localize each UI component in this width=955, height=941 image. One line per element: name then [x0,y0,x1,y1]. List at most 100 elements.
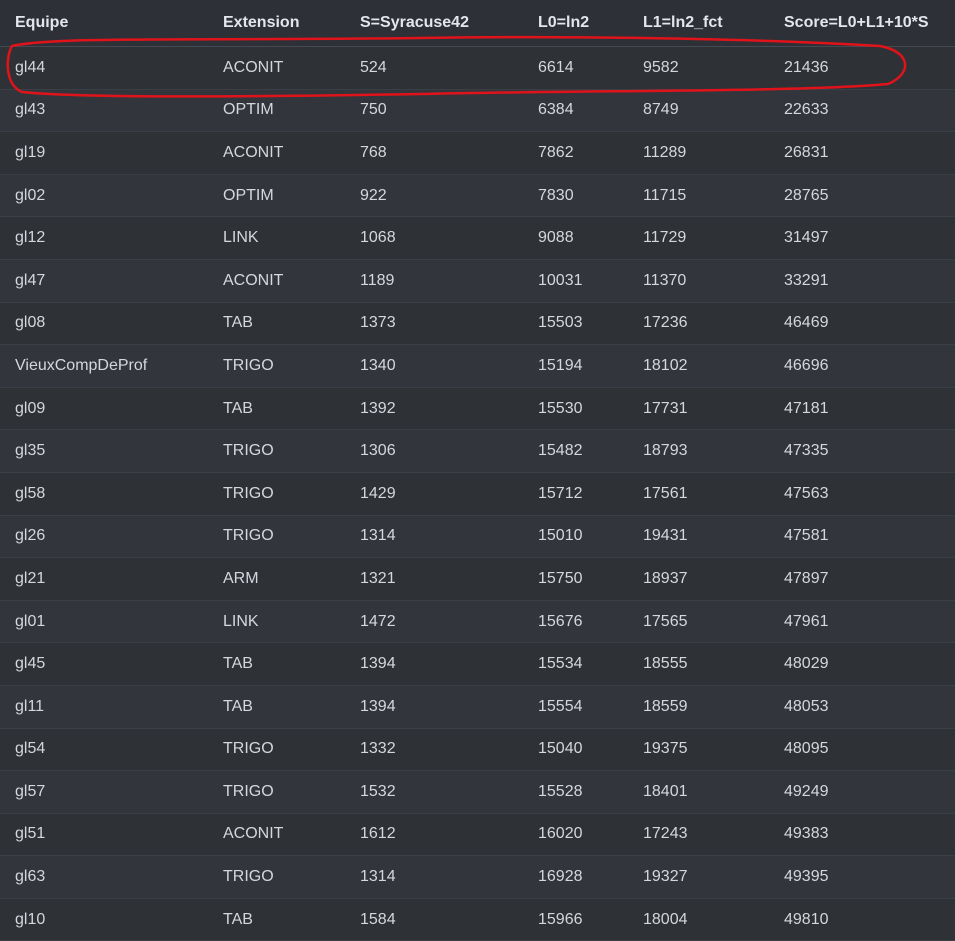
table-row[interactable]: gl19 ACONIT 768 7862 11289 26831 [0,132,955,175]
cell-syracuse: 1340 [360,356,396,374]
cell-l1: 18004 [643,910,688,928]
cell-l1: 18555 [643,655,688,673]
cell-score: 31497 [784,229,829,247]
table-row[interactable]: gl47 ACONIT 1189 10031 11370 33291 [0,259,955,303]
cell-syracuse: 1189 [360,271,395,289]
cell-l0: 7862 [538,143,574,161]
cell-syracuse: 1532 [360,782,396,800]
cell-l0: 15966 [538,910,583,928]
cell-l1: 17731 [643,399,688,417]
table-row[interactable]: gl43 OPTIM 750 6384 8749 22633 [0,89,955,133]
cell-syracuse: 1584 [360,910,396,928]
cell-extension: TRIGO [223,356,274,374]
table-row[interactable]: gl54 TRIGO 1332 15040 19375 48095 [0,728,955,772]
cell-equipe: gl43 [15,101,46,119]
table-row[interactable]: gl26 TRIGO 1314 15010 19431 47581 [0,515,955,559]
cell-l1: 11289 [643,143,687,161]
cell-extension: TRIGO [223,442,274,460]
cell-l1: 17236 [643,314,688,332]
cell-score: 47181 [784,399,829,417]
cell-score: 47961 [784,612,829,630]
cell-l0: 15530 [538,399,583,417]
table-row[interactable]: gl01 LINK 1472 15676 17565 47961 [0,600,955,644]
cell-score: 22633 [784,101,829,119]
cell-syracuse: 1392 [360,399,396,417]
cell-score: 46696 [784,356,829,374]
cell-l0: 15534 [538,655,583,673]
cell-equipe: gl11 [15,697,45,715]
table-row[interactable]: gl35 TRIGO 1306 15482 18793 47335 [0,430,955,473]
cell-equipe: gl09 [15,399,46,417]
cell-extension: TRIGO [223,868,274,886]
table-row[interactable]: gl09 TAB 1392 15530 17731 47181 [0,387,955,431]
cell-score: 48029 [784,655,829,673]
cell-equipe: VieuxCompDeProf [15,356,148,374]
cell-syracuse: 1068 [360,229,396,247]
cell-l0: 10031 [538,271,583,289]
cell-equipe: gl47 [15,271,46,289]
cell-l0: 15554 [538,697,583,715]
cell-equipe: gl21 [15,569,46,587]
cell-equipe: gl54 [15,740,46,758]
cell-extension: ARM [223,569,259,587]
cell-l1: 17561 [643,484,688,502]
cell-extension: OPTIM [223,101,274,119]
cell-score: 28765 [784,186,829,204]
cell-score: 49395 [784,868,829,886]
cell-equipe: gl63 [15,868,46,886]
table-row[interactable]: gl12 LINK 1068 9088 11729 31497 [0,217,955,260]
table-row[interactable]: gl11 TAB 1394 15554 18559 48053 [0,685,955,729]
cell-l1: 18793 [643,442,688,460]
table-row[interactable]: gl63 TRIGO 1314 16928 19327 49395 [0,856,955,899]
cell-syracuse: 1394 [360,697,396,715]
cell-syracuse: 750 [360,101,387,119]
cell-l0: 15750 [538,569,583,587]
cell-syracuse: 922 [360,186,387,204]
table-row[interactable]: VieuxCompDeProf TRIGO 1340 15194 18102 46696 [0,345,955,388]
cell-l0: 7830 [538,186,574,204]
cell-l1: 11715 [643,186,687,204]
cell-extension: ACONIT [223,825,284,843]
cell-l0: 15528 [538,782,583,800]
cell-syracuse: 1394 [360,655,396,673]
cell-syracuse: 1373 [360,314,396,332]
cell-score: 49383 [784,825,829,843]
column-header-syracuse[interactable]: S=Syracuse42 [345,14,523,32]
cell-l1: 17565 [643,612,688,630]
cell-extension: LINK [223,612,259,630]
cell-extension: ACONIT [223,58,284,76]
column-header-extension[interactable]: Extension [208,14,345,32]
table-row[interactable]: gl57 TRIGO 1532 15528 18401 49249 [0,771,955,814]
cell-syracuse: 1306 [360,442,396,460]
cell-score: 49810 [784,910,829,928]
cell-score: 26831 [784,143,829,161]
table-row[interactable]: gl45 TAB 1394 15534 18555 48029 [0,643,955,686]
cell-equipe: gl35 [15,442,46,460]
table-row[interactable]: gl21 ARM 1321 15750 18937 47897 [0,558,955,601]
table-row[interactable]: gl10 TAB 1584 15966 18004 49810 [0,898,955,941]
column-header-l1[interactable]: L1=ln2_fct [628,14,769,32]
cell-syracuse: 1321 [360,569,396,587]
cell-score: 47335 [784,442,829,460]
cell-extension: TRIGO [223,527,274,545]
cell-equipe: gl26 [15,527,46,545]
cell-l1: 19327 [643,868,688,886]
cell-equipe: gl12 [15,229,46,247]
table-row[interactable]: gl44 ACONIT 524 6614 9582 21436 [0,47,955,90]
cell-extension: ACONIT [223,143,284,161]
scores-table: Equipe Extension S=Syracuse42 L0=ln2 L1=… [0,0,955,941]
cell-l1: 18401 [643,782,688,800]
cell-syracuse: 524 [360,58,387,76]
cell-l1: 18559 [643,697,688,715]
column-header-equipe[interactable]: Equipe [0,14,208,32]
table-row[interactable]: gl51 ACONIT 1612 16020 17243 49383 [0,813,955,857]
cell-equipe: gl45 [15,655,46,673]
cell-score: 47581 [784,527,829,545]
table-row[interactable]: gl08 TAB 1373 15503 17236 46469 [0,302,955,346]
column-header-score[interactable]: Score=L0+L1+10*S [769,14,955,32]
table-row[interactable]: gl58 TRIGO 1429 15712 17561 47563 [0,472,955,516]
column-header-l0[interactable]: L0=ln2 [523,14,628,32]
cell-extension: ACONIT [223,271,284,289]
cell-equipe: gl10 [15,910,46,928]
table-row[interactable]: gl02 OPTIM 922 7830 11715 28765 [0,174,955,218]
